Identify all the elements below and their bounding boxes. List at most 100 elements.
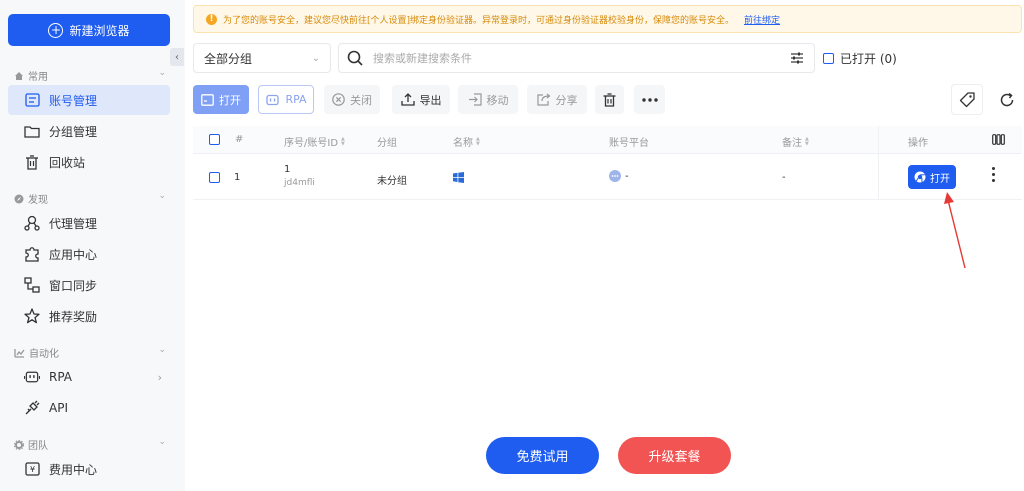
group-select[interactable]: 全部分组 ⌄ bbox=[193, 43, 331, 73]
row-platform: - bbox=[609, 170, 629, 182]
opened-checkbox[interactable] bbox=[823, 53, 834, 64]
window-sync-icon bbox=[24, 277, 40, 293]
tag-button[interactable] bbox=[951, 84, 983, 115]
header-group: 分组 bbox=[377, 138, 397, 149]
select-all-checkbox[interactable] bbox=[209, 134, 220, 145]
sort-icon: ▲ ▼ bbox=[805, 135, 809, 147]
row-group: 未分组 bbox=[377, 176, 407, 187]
chevron-right-icon: › bbox=[157, 370, 162, 384]
section-team[interactable]: 团队 ⌄ bbox=[14, 437, 166, 452]
export-button[interactable]: 导出 bbox=[392, 85, 450, 114]
chevron-down-icon: ⌄ bbox=[158, 68, 166, 78]
header-remark[interactable]: 备注 ▲ ▼ bbox=[782, 134, 809, 149]
sidebar-item-rewards[interactable]: 推荐奖励 bbox=[8, 301, 170, 331]
folder-icon bbox=[24, 123, 40, 139]
sidebar-item-rpa[interactable]: RPA › bbox=[8, 362, 170, 392]
sidebar-item-api[interactable]: API bbox=[8, 393, 170, 423]
notice-text: 为了您的账号安全，建议您尽快前往[个人设置]绑定身份验证器。异常登录时，可通过身… bbox=[223, 15, 735, 26]
chevron-down-icon: ⌄ bbox=[158, 437, 166, 447]
warning-icon: ! bbox=[206, 13, 217, 25]
close-circle-icon bbox=[332, 93, 345, 106]
header-id[interactable]: 序号/账号ID ▲ ▼ bbox=[284, 134, 345, 149]
table-header: # 序号/账号ID ▲ ▼ 分组 名称 ▲ ▼ 账号平台 备注 ▲ ▼ 操作 bbox=[193, 126, 1022, 154]
row-more-button[interactable] bbox=[992, 167, 995, 182]
sidebar-item-billing[interactable]: ¥ 费用中心 bbox=[8, 454, 170, 484]
sidebar-item-accounts[interactable]: 账号管理 bbox=[8, 85, 170, 115]
upgrade-plan-button[interactable]: 升级套餐 bbox=[618, 437, 731, 474]
rpa-button[interactable]: RPA bbox=[258, 85, 314, 114]
opened-filter[interactable]: 已打开 (0) bbox=[823, 50, 897, 67]
sidebar-item-groups[interactable]: 分组管理 bbox=[8, 116, 170, 146]
row-checkbox[interactable] bbox=[209, 172, 220, 183]
star-icon bbox=[24, 308, 40, 324]
window-icon bbox=[201, 93, 214, 106]
header-action: 操作 bbox=[908, 138, 928, 149]
new-browser-label: 新建浏览器 bbox=[69, 23, 130, 38]
annotation-arrow bbox=[944, 192, 966, 269]
trash-icon bbox=[24, 154, 40, 170]
compass-icon bbox=[14, 194, 24, 203]
bind-link[interactable]: 前往绑定 bbox=[744, 13, 780, 26]
svg-text:¥: ¥ bbox=[29, 465, 34, 474]
upload-icon bbox=[400, 93, 415, 106]
sidebar-item-recycle[interactable]: 回收站 bbox=[8, 147, 170, 177]
search-input[interactable] bbox=[373, 51, 773, 65]
open-button[interactable]: 打开 bbox=[193, 85, 249, 114]
delete-button[interactable] bbox=[595, 85, 624, 114]
refresh-icon bbox=[1000, 92, 1014, 106]
security-notice: ! 为了您的账号安全，建议您尽快前往[个人设置]绑定身份验证器。异常登录时，可通… bbox=[193, 5, 1022, 33]
plus-icon: + bbox=[48, 22, 64, 38]
close-button[interactable]: 关闭 bbox=[324, 85, 380, 114]
row-seq: 1 bbox=[284, 164, 291, 175]
sidebar: + 新建浏览器 ‹ 常用 ⌄ 账号管理 分组管理 回收站 发现 ⌄ 代理管理 应… bbox=[0, 0, 185, 491]
platform-placeholder-icon bbox=[609, 170, 621, 182]
more-actions-button[interactable] bbox=[634, 85, 665, 114]
trash-icon bbox=[603, 92, 616, 107]
section-common[interactable]: 常用 ⌄ bbox=[14, 68, 166, 83]
chevron-down-icon: ⌄ bbox=[158, 345, 166, 355]
row-remark: - bbox=[782, 172, 786, 183]
api-icon bbox=[24, 400, 40, 416]
new-browser-button[interactable]: + 新建浏览器 bbox=[8, 14, 170, 46]
tag-icon bbox=[959, 91, 975, 107]
share-icon bbox=[536, 93, 550, 106]
automation-icon bbox=[14, 348, 25, 358]
sort-icon: ▲ ▼ bbox=[476, 135, 480, 147]
refresh-button[interactable] bbox=[991, 84, 1023, 115]
windows-icon bbox=[453, 172, 464, 183]
chrome-icon bbox=[914, 171, 926, 183]
sort-icon: ▲ ▼ bbox=[341, 135, 345, 147]
row-open-button[interactable]: 打开 bbox=[908, 165, 956, 189]
more-vertical-icon bbox=[992, 167, 995, 170]
opened-label: 已打开 (0) bbox=[840, 52, 897, 66]
action-column-divider bbox=[878, 126, 879, 200]
section-discover[interactable]: 发现 ⌄ bbox=[14, 191, 166, 206]
billing-icon: ¥ bbox=[24, 461, 40, 477]
section-automation[interactable]: 自动化 ⌄ bbox=[14, 345, 166, 360]
search-box[interactable] bbox=[338, 43, 815, 73]
robot-icon bbox=[266, 94, 280, 105]
puzzle-icon bbox=[24, 246, 40, 262]
robot-icon bbox=[24, 369, 40, 385]
more-horizontal-icon bbox=[641, 97, 658, 102]
sidebar-item-window-sync[interactable]: 窗口同步 bbox=[8, 270, 170, 300]
table-row[interactable]: 1 1 jd4mfli 未分组 - - bbox=[193, 155, 1022, 200]
proxy-icon bbox=[24, 215, 40, 231]
group-select-value: 全部分组 bbox=[204, 51, 253, 66]
sidebar-item-proxy[interactable]: 代理管理 bbox=[8, 208, 170, 238]
sidebar-item-apps[interactable]: 应用中心 bbox=[8, 239, 170, 269]
chevron-down-icon: ⌄ bbox=[158, 191, 166, 201]
collapse-sidebar-button[interactable]: ‹ bbox=[170, 48, 184, 66]
column-settings-icon[interactable] bbox=[992, 134, 1005, 145]
filter-settings-icon[interactable] bbox=[790, 51, 804, 65]
header-index: # bbox=[235, 134, 244, 145]
row-index: 1 bbox=[234, 172, 241, 183]
account-list-icon bbox=[24, 92, 40, 108]
header-name[interactable]: 名称 ▲ ▼ bbox=[453, 134, 480, 149]
share-button[interactable]: 分享 bbox=[527, 85, 587, 114]
free-trial-button[interactable]: 免费试用 bbox=[486, 437, 599, 474]
home-icon bbox=[15, 71, 23, 80]
gear-icon bbox=[14, 439, 24, 450]
move-button[interactable]: 移动 bbox=[458, 85, 518, 114]
move-icon bbox=[468, 93, 482, 106]
